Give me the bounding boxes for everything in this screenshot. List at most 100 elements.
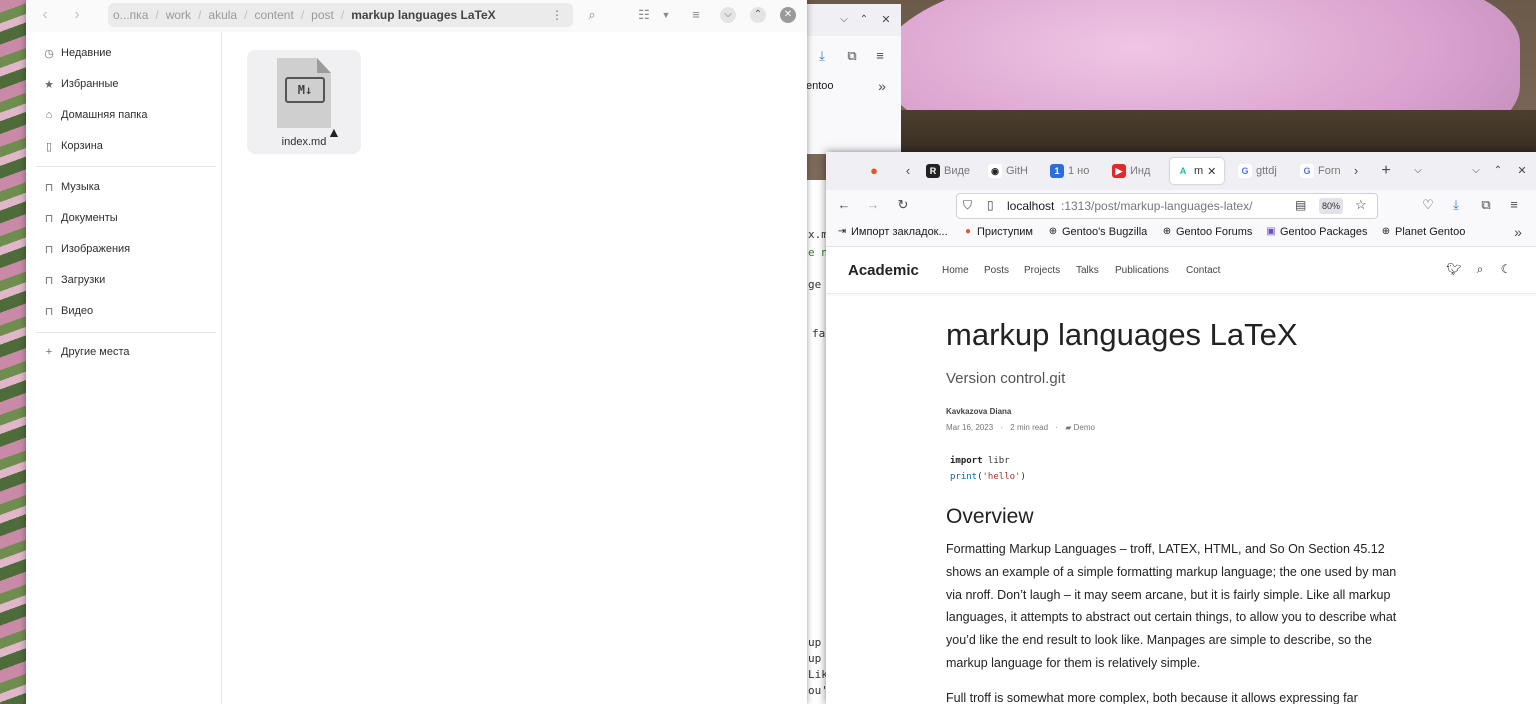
tab[interactable]: G Forn — [1300, 158, 1344, 184]
pocket-icon[interactable]: ♡ — [1418, 195, 1438, 215]
tab[interactable]: ▶ Инд — [1112, 158, 1160, 184]
close-tab-icon[interactable]: ✕ — [1207, 165, 1216, 178]
bookmark-item[interactable]: ● Приступим — [962, 226, 1033, 238]
bookmark-item[interactable]: ⇥ Импорт закладок... — [836, 226, 948, 238]
breadcrumb[interactable]: post — [306, 8, 339, 22]
tab-scroll-left-icon[interactable]: ‹ — [898, 161, 918, 181]
forward-button[interactable]: › — [66, 6, 88, 24]
tab[interactable]: Ggttdj — [1238, 158, 1290, 184]
breadcrumb[interactable]: o...пка — [108, 8, 153, 22]
article-read-time: 2 min read — [1010, 423, 1049, 432]
path-bar[interactable]: o...пка / work / akula / content / post / mar… — [108, 3, 573, 27]
download-icon[interactable]: ⤓ — [1446, 195, 1466, 215]
chevron-up-icon[interactable]: ⌃ — [854, 10, 874, 30]
tab[interactable]: 1 1 но — [1050, 158, 1098, 184]
close-icon[interactable]: ✕ — [1512, 161, 1532, 181]
more-options-icon[interactable]: ⋮ — [551, 8, 563, 22]
bookmark-star-icon[interactable]: ☆ — [1355, 197, 1367, 213]
tab-label: Виде — [944, 165, 971, 177]
page-info-icon[interactable]: ▯ — [987, 198, 994, 212]
zoom-level[interactable]: 80% — [1319, 198, 1343, 214]
sidebar-item-home[interactable]: ⌂ Домашняя папка — [42, 105, 148, 125]
breadcrumb[interactable]: work — [161, 8, 196, 22]
list-tabs-icon[interactable]: ⌵ — [1408, 161, 1428, 181]
sidebar-item-trash[interactable]: ▯ Корзина — [42, 136, 103, 156]
sidebar-item-downloads[interactable]: ⊓ Загрузки — [42, 270, 106, 290]
minimize-icon[interactable]: ⌵ — [1466, 161, 1486, 181]
sidebar-item-music[interactable]: ⊓ Музыка — [42, 177, 100, 197]
chevron-down-icon[interactable]: ⌵ — [834, 10, 854, 30]
tab[interactable]: ◉ GitH — [988, 158, 1038, 184]
breadcrumb-current[interactable]: markup languages LaTeX — [346, 8, 501, 22]
close-button[interactable]: ✕ — [780, 7, 796, 23]
site-brand[interactable]: Academic — [848, 262, 919, 279]
nav-link-projects[interactable]: Projects — [1024, 265, 1060, 276]
terminal-fragment: x.m e n ge fa up up Lik ou' — [806, 180, 828, 704]
maximize-icon[interactable]: ⌃ — [1488, 161, 1508, 181]
sidebar-item-starred[interactable]: ★ Избранные — [42, 74, 119, 94]
breadcrumb[interactable]: content — [249, 8, 298, 22]
download-icon[interactable]: ⤓ — [812, 46, 832, 66]
url-path: :1313/post/markup-languages-latex/ — [1061, 199, 1253, 213]
sidebar-item-documents[interactable]: ⊓ Документы — [42, 208, 118, 228]
shield-icon[interactable]: ⛉ — [963, 198, 972, 213]
tab[interactable]: R Виде — [926, 158, 978, 184]
sidebar-item-other-locations[interactable]: + Другие места — [42, 342, 130, 362]
folder-icon: ⊓ — [44, 274, 54, 287]
sidebar-item-videos[interactable]: ⊓ Видео — [42, 301, 93, 321]
nav-link-talks[interactable]: Talks — [1076, 265, 1099, 276]
sidebar-item-pictures[interactable]: ⊓ Изображения — [42, 239, 130, 259]
reload-icon[interactable]: ↻ — [893, 195, 913, 215]
web-page: Academic Home Posts Projects Talks Publi… — [826, 247, 1536, 704]
extensions-icon[interactable]: ⧉ — [1476, 195, 1496, 215]
close-icon[interactable]: ✕ — [876, 10, 896, 30]
new-tab-icon[interactable]: + — [1376, 161, 1396, 181]
sidebar-item-recent[interactable]: ◷ Недавние — [42, 43, 111, 63]
maximize-button[interactable]: ⌃ — [750, 7, 766, 23]
nav-link-contact[interactable]: Contact — [1186, 265, 1220, 276]
menu-icon[interactable]: ≡ — [1504, 195, 1524, 215]
bookmark-item[interactable]: ▣ Gentoo Packages — [1265, 226, 1367, 238]
bookmark-item[interactable]: ⊕ Gentoo Forums — [1161, 226, 1253, 238]
chevron-right-double-icon[interactable]: » — [1508, 222, 1528, 242]
nav-link-posts[interactable]: Posts — [984, 265, 1009, 276]
back-arrow-icon[interactable]: ← — [834, 195, 854, 215]
nav-link-home[interactable]: Home — [942, 265, 969, 276]
menu-icon[interactable]: ≡ — [686, 5, 706, 25]
forward-arrow-icon[interactable]: → — [863, 195, 883, 215]
terminal-text: Lik — [808, 668, 828, 681]
tab-label: m — [1194, 165, 1204, 177]
menu-icon[interactable]: ≡ — [870, 46, 890, 66]
tab-active[interactable]: Am ✕ — [1170, 158, 1224, 184]
search-icon[interactable]: ⌕ — [1472, 261, 1488, 277]
file-name: index.md — [281, 136, 327, 148]
background-browser-window[interactable]: ⌵ ⌃ ✕ ⤓ ⧉ ≡ entoo » — [806, 4, 901, 154]
article-subtitle: Version control.git — [946, 370, 1066, 387]
extensions-icon[interactable]: ⧉ — [842, 46, 862, 66]
tab-scroll-right-icon[interactable]: › — [1346, 161, 1366, 181]
twitter-icon[interactable]: 🐦︎ — [1446, 261, 1462, 277]
bookmark-item[interactable]: ⊕ Planet Gentoo — [1380, 226, 1466, 238]
url-bar[interactable]: ⛉ ▯ localhost :1313/post/markup-language… — [956, 193, 1378, 219]
breadcrumb[interactable]: akula — [203, 8, 242, 22]
sidebar-item-label: Избранные — [61, 78, 119, 90]
dark-mode-icon[interactable]: ☾ — [1498, 261, 1514, 277]
view-options-icon[interactable]: ☷ — [634, 5, 654, 25]
academic-icon: A — [1176, 164, 1190, 178]
markdown-logo: M↓ — [285, 77, 325, 103]
code-text: ) — [1020, 472, 1026, 482]
bookmark-item[interactable]: ⊕ Gentoo's Bugzilla — [1047, 226, 1147, 238]
back-button[interactable]: ‹ — [34, 6, 56, 24]
chevron-down-icon[interactable]: ▼ — [656, 5, 676, 25]
reader-view-icon[interactable]: ▤ — [1295, 198, 1306, 212]
article-author[interactable]: Kavkazova Diana — [946, 407, 1011, 416]
bookmark-label: Gentoo Forums — [1176, 226, 1253, 238]
search-icon[interactable]: ⌕ — [582, 5, 602, 25]
bookmark-fragment[interactable]: entoo — [806, 80, 834, 92]
nav-link-publications[interactable]: Publications — [1115, 265, 1169, 276]
article-category[interactable]: Demo — [1074, 423, 1095, 432]
minimize-button[interactable]: ⌵ — [720, 7, 736, 23]
firefox-icon[interactable]: ● — [864, 161, 884, 181]
file-item[interactable]: M↓ index.md ▲ — [247, 50, 361, 154]
chevron-right-double-icon[interactable]: » — [872, 76, 892, 96]
